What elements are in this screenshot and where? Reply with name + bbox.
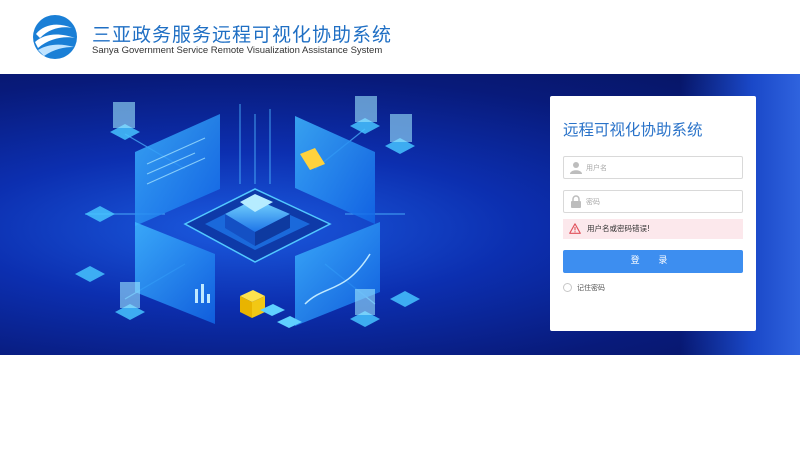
warning-icon [569, 223, 581, 234]
error-message: 用户名或密码错误! [587, 224, 651, 233]
password-input[interactable] [586, 193, 736, 210]
wave-logo-icon [33, 15, 77, 59]
user-icon [570, 162, 582, 174]
login-title: 远程可视化协助系统 [563, 121, 703, 139]
data-center-illustration [75, 96, 420, 328]
login-card: 远程可视化协助系统 用户名或密码错误! 登 录 记住密码 [550, 96, 756, 331]
remember-checkbox[interactable] [563, 283, 572, 292]
password-field[interactable] [563, 190, 743, 213]
system-title: 三亚政务服务远程可视化协助系统 [92, 24, 393, 46]
header: 三亚政务服务远程可视化协助系统 Sanya Government Service… [0, 0, 800, 74]
username-input[interactable] [586, 159, 736, 176]
error-alert: 用户名或密码错误! [563, 219, 743, 239]
login-button[interactable]: 登 录 [563, 250, 743, 273]
system-subtitle: Sanya Government Service Remote Visualiz… [92, 45, 383, 56]
username-field[interactable] [563, 156, 743, 179]
remember-label: 记住密码 [577, 284, 605, 292]
lock-icon [571, 195, 581, 208]
